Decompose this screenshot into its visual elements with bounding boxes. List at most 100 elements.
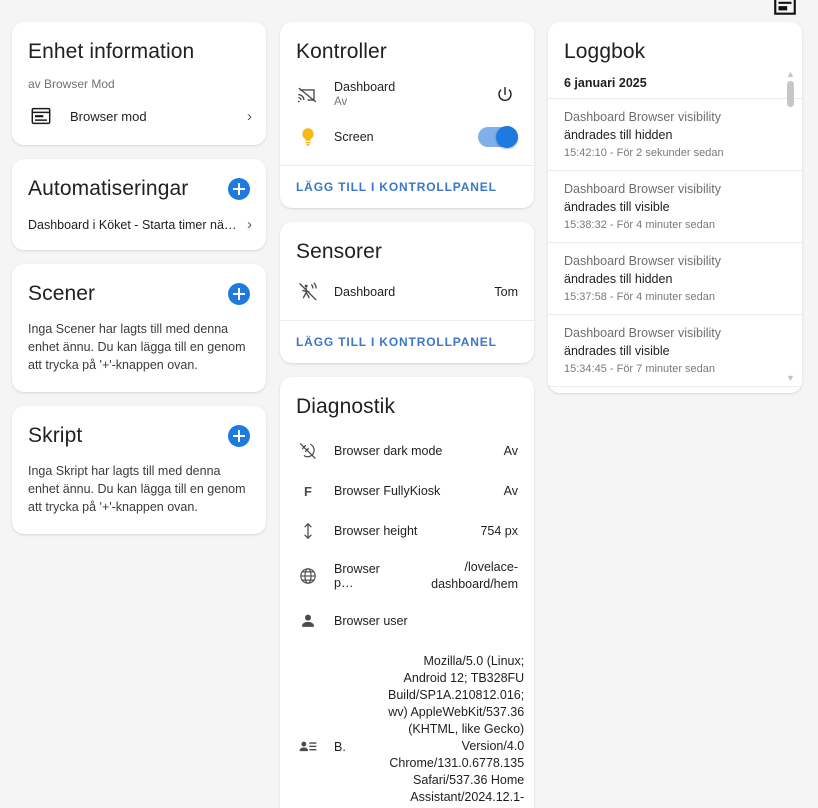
diagnostics-header: Diagnostik <box>280 377 534 421</box>
device-info-link-label: Browser mod <box>70 108 147 124</box>
brightness-dark-off-icon <box>296 439 320 463</box>
list-item[interactable]: Dashboard Browser visibility ändrades ti… <box>548 99 802 171</box>
account-icon <box>296 609 320 633</box>
diagnostics-title: Diagnostik <box>296 395 396 418</box>
chevron-right-icon: › <box>247 107 252 125</box>
diagnostic-value: /lovelace-dashboard/hem <box>431 560 518 591</box>
sensors-entity-list: Dashboard Tom <box>280 266 534 320</box>
scenes-card: Scener Inga Scener har lagts till med de… <box>12 264 266 392</box>
arrow-expand-vertical-icon <box>296 519 320 543</box>
logbook-entry-text: Dashboard Browser visibility ändrades ti… <box>564 180 772 216</box>
diagnostic-name: Browser dark mode <box>334 444 443 458</box>
logbook-entry-change: ändrades till hidden <box>564 272 673 286</box>
logbook-entry-text: Dashboard Browser visibility ändrades ti… <box>564 324 772 360</box>
application-brackets-icon <box>28 103 54 129</box>
column-left: Enhet information av Browser Mod Browser… <box>12 22 266 808</box>
chevron-right-icon: › <box>247 216 252 233</box>
device-info-link-row[interactable]: Browser mod › <box>12 93 266 145</box>
sensors-header: Sensorer <box>280 222 534 266</box>
scenes-header: Scener <box>12 264 266 308</box>
scenes-empty-text: Inga Scener har lagts till med denna enh… <box>28 322 246 372</box>
list-item[interactable]: Dashboard Browser visibility ändrades ti… <box>548 315 802 387</box>
web-icon <box>296 564 320 588</box>
entity-names: Dashboard <box>334 284 480 300</box>
scripts-title: Skript <box>28 424 83 447</box>
toggle-knob <box>496 126 518 148</box>
sensors-card: Sensorer Dashboard Tom LÄGG TILL I KONTR… <box>280 222 534 363</box>
scripts-empty-text: Inga Skript har lagts till med denna enh… <box>28 464 246 514</box>
letter-f-icon: F <box>304 483 312 499</box>
logbook-entries[interactable]: Dashboard Browser visibility ändrades ti… <box>548 98 802 393</box>
diagnostic-name: Browser FullyKiosk <box>334 484 441 498</box>
table-row[interactable]: F Browser FullyKiosk Av <box>280 471 534 511</box>
automations-title: Automatiseringar <box>28 177 189 200</box>
list-item[interactable]: Dashboard Browser visibility ändrades ti… <box>548 243 802 315</box>
diagnostic-value: Mozilla/5.0 (Linux; Android 12; TB328FU … <box>388 654 525 808</box>
entity-state: Av <box>334 96 348 108</box>
controls-card: Kontroller Dashboard Av Screen LÄGG TILL… <box>280 22 534 208</box>
diagnostic-value: Av <box>503 483 518 498</box>
device-info-byline: av Browser Mod <box>28 77 115 91</box>
table-row[interactable]: Browser user <box>280 601 534 641</box>
cast-off-icon <box>296 83 320 107</box>
table-row[interactable]: Browser height 754 px <box>280 511 534 551</box>
logbook-entity-name: Dashboard Browser visibility <box>564 110 722 124</box>
logbook-entry-change: ändrades till visible <box>564 200 670 214</box>
column-middle: Kontroller Dashboard Av Screen LÄGG TILL… <box>280 22 534 808</box>
diagnostics-list: Browser dark mode Av F Browser FullyKios… <box>280 421 534 808</box>
scripts-header: Skript <box>12 406 266 450</box>
list-item[interactable]: Dashboard Browser visibility ändrades ti… <box>548 387 802 393</box>
column-right: Loggbok 6 januari 2025 Dashboard Browser… <box>548 22 802 808</box>
diagnostic-name: Browser user <box>334 614 408 628</box>
logbook-entry-time: 15:38:32 - För 4 minuter sedan <box>564 219 716 231</box>
card-columns: Enhet information av Browser Mod Browser… <box>0 22 818 808</box>
automations-card: Automatiseringar Dashboard i Köket - Sta… <box>12 159 266 250</box>
device-info-header: Enhet information <box>12 22 266 66</box>
diagnostic-value: 754 px <box>480 523 518 538</box>
add-automation-button[interactable] <box>228 178 250 200</box>
list-item[interactable]: Dashboard Browser visibility ändrades ti… <box>548 171 802 243</box>
table-row[interactable]: Browser dark mode Av <box>280 431 534 471</box>
scenes-title: Scener <box>28 282 96 305</box>
device-page: Enhet information av Browser Mod Browser… <box>0 0 818 808</box>
toggle-switch[interactable] <box>478 126 518 148</box>
logbook-entry-text: Dashboard Browser visibility ändrades ti… <box>564 252 772 288</box>
logbook-entry-time: 15:37:58 - För 4 minuter sedan <box>564 291 716 303</box>
logbook-entry-time: 15:42:10 - För 2 sekunder sedan <box>564 147 724 159</box>
sensors-title: Sensorer <box>296 240 383 263</box>
automations-header: Automatiseringar <box>12 159 266 203</box>
logbook-entry-change: ändrades till hidden <box>564 128 673 142</box>
add-to-dashboard-link: LÄGG TILL I KONTROLLPANEL <box>296 335 497 349</box>
table-row[interactable]: Dashboard Tom <box>280 272 534 312</box>
page-title: Enhet information <box>28 40 195 63</box>
controls-header: Kontroller <box>280 22 534 66</box>
add-script-button[interactable] <box>228 425 250 447</box>
diagnostic-name: B. <box>334 739 346 754</box>
automation-label: Dashboard i Köket - Starta timer när da… <box>28 217 237 232</box>
account-details-icon <box>296 735 320 759</box>
logbook-title: Loggbok <box>564 40 646 63</box>
table-row[interactable]: Browser p… /lovelace-dashboard/hem <box>280 551 534 601</box>
table-row[interactable]: Screen <box>280 117 534 157</box>
table-row[interactable]: B. Mozilla/5.0 (Linux; Android 12; TB328… <box>280 641 534 808</box>
power-button[interactable] <box>492 82 518 108</box>
add-scene-button[interactable] <box>228 283 250 305</box>
logbook-entity-name: Dashboard Browser visibility <box>564 254 722 268</box>
table-row[interactable]: Dashboard Av <box>280 72 534 117</box>
controls-entity-list: Dashboard Av Screen <box>280 66 534 165</box>
logbook-entry-text: Dashboard Browser visibility ändrades ti… <box>564 108 772 144</box>
diagnostic-name: Browser height <box>334 524 418 538</box>
entity-names: Screen <box>334 129 464 145</box>
logbook-header: Loggbok <box>548 22 802 66</box>
controls-title: Kontroller <box>296 40 387 63</box>
add-to-dashboard-link: LÄGG TILL I KONTROLLPANEL <box>296 180 497 194</box>
sensors-add-to-dashboard-action[interactable]: LÄGG TILL I KONTROLLPANEL <box>280 320 534 363</box>
list-item[interactable]: Dashboard i Köket - Starta timer när da…… <box>12 203 266 250</box>
controls-add-to-dashboard-action[interactable]: LÄGG TILL I KONTROLLPANEL <box>280 165 534 208</box>
logbook-entry-change: ändrades till visible <box>564 344 670 358</box>
device-info-card: Enhet information av Browser Mod Browser… <box>12 22 266 145</box>
entity-name: Dashboard <box>334 80 396 94</box>
diagnostics-card: Diagnostik Browser dark mode Av F Browse… <box>280 377 534 808</box>
diagnostic-name: Browser p… <box>334 562 380 590</box>
entity-name: Screen <box>334 130 374 144</box>
